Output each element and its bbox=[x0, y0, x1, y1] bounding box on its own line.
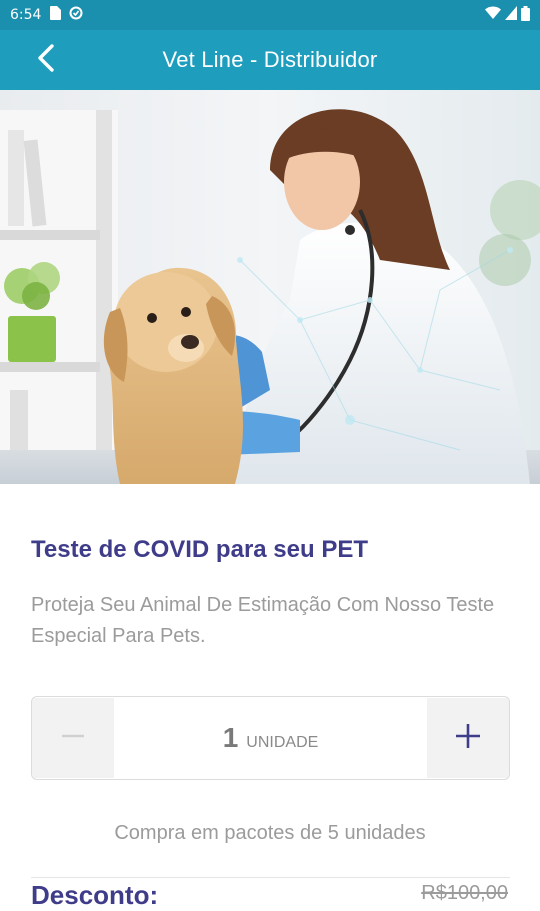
status-left: 6:54 bbox=[10, 6, 83, 24]
data-saver-icon bbox=[69, 6, 83, 24]
vet-with-dog-illustration bbox=[0, 90, 540, 484]
quantity-stepper: 1 UNIDADE bbox=[31, 696, 510, 780]
minus-icon bbox=[61, 724, 85, 752]
signal-icon bbox=[505, 6, 517, 24]
increase-quantity-button[interactable] bbox=[427, 698, 509, 778]
decrease-quantity-button[interactable] bbox=[32, 698, 114, 778]
status-time: 6:54 bbox=[10, 7, 42, 23]
product-details: Teste de COVID para seu PET Proteja Seu … bbox=[0, 484, 540, 910]
product-hero-image bbox=[0, 90, 540, 484]
status-right bbox=[485, 5, 530, 25]
plus-icon bbox=[455, 723, 481, 753]
quantity-value: 1 bbox=[222, 722, 239, 753]
product-title: Teste de COVID para seu PET bbox=[31, 536, 368, 563]
quantity-unit: UNIDADE bbox=[246, 734, 319, 751]
back-button[interactable] bbox=[22, 40, 70, 80]
discount-label: Desconto: bbox=[31, 880, 159, 910]
pack-note: Compra em pacotes de 5 unidades bbox=[114, 822, 426, 844]
app-title: Vet Line - Distribuidor bbox=[162, 47, 378, 72]
old-price: R$100,00 bbox=[421, 882, 508, 904]
wifi-icon bbox=[485, 6, 501, 24]
divider bbox=[31, 877, 510, 878]
product-description: Proteja Seu Animal De Estimação Com Noss… bbox=[31, 594, 495, 647]
app-bar: Vet Line - Distribuidor bbox=[0, 30, 540, 90]
sim-card-icon bbox=[49, 6, 62, 24]
quantity-display: 1 UNIDADE bbox=[114, 722, 427, 754]
status-bar: 6:54 bbox=[0, 0, 540, 30]
battery-icon bbox=[521, 5, 530, 25]
back-arrow-icon bbox=[36, 43, 56, 77]
